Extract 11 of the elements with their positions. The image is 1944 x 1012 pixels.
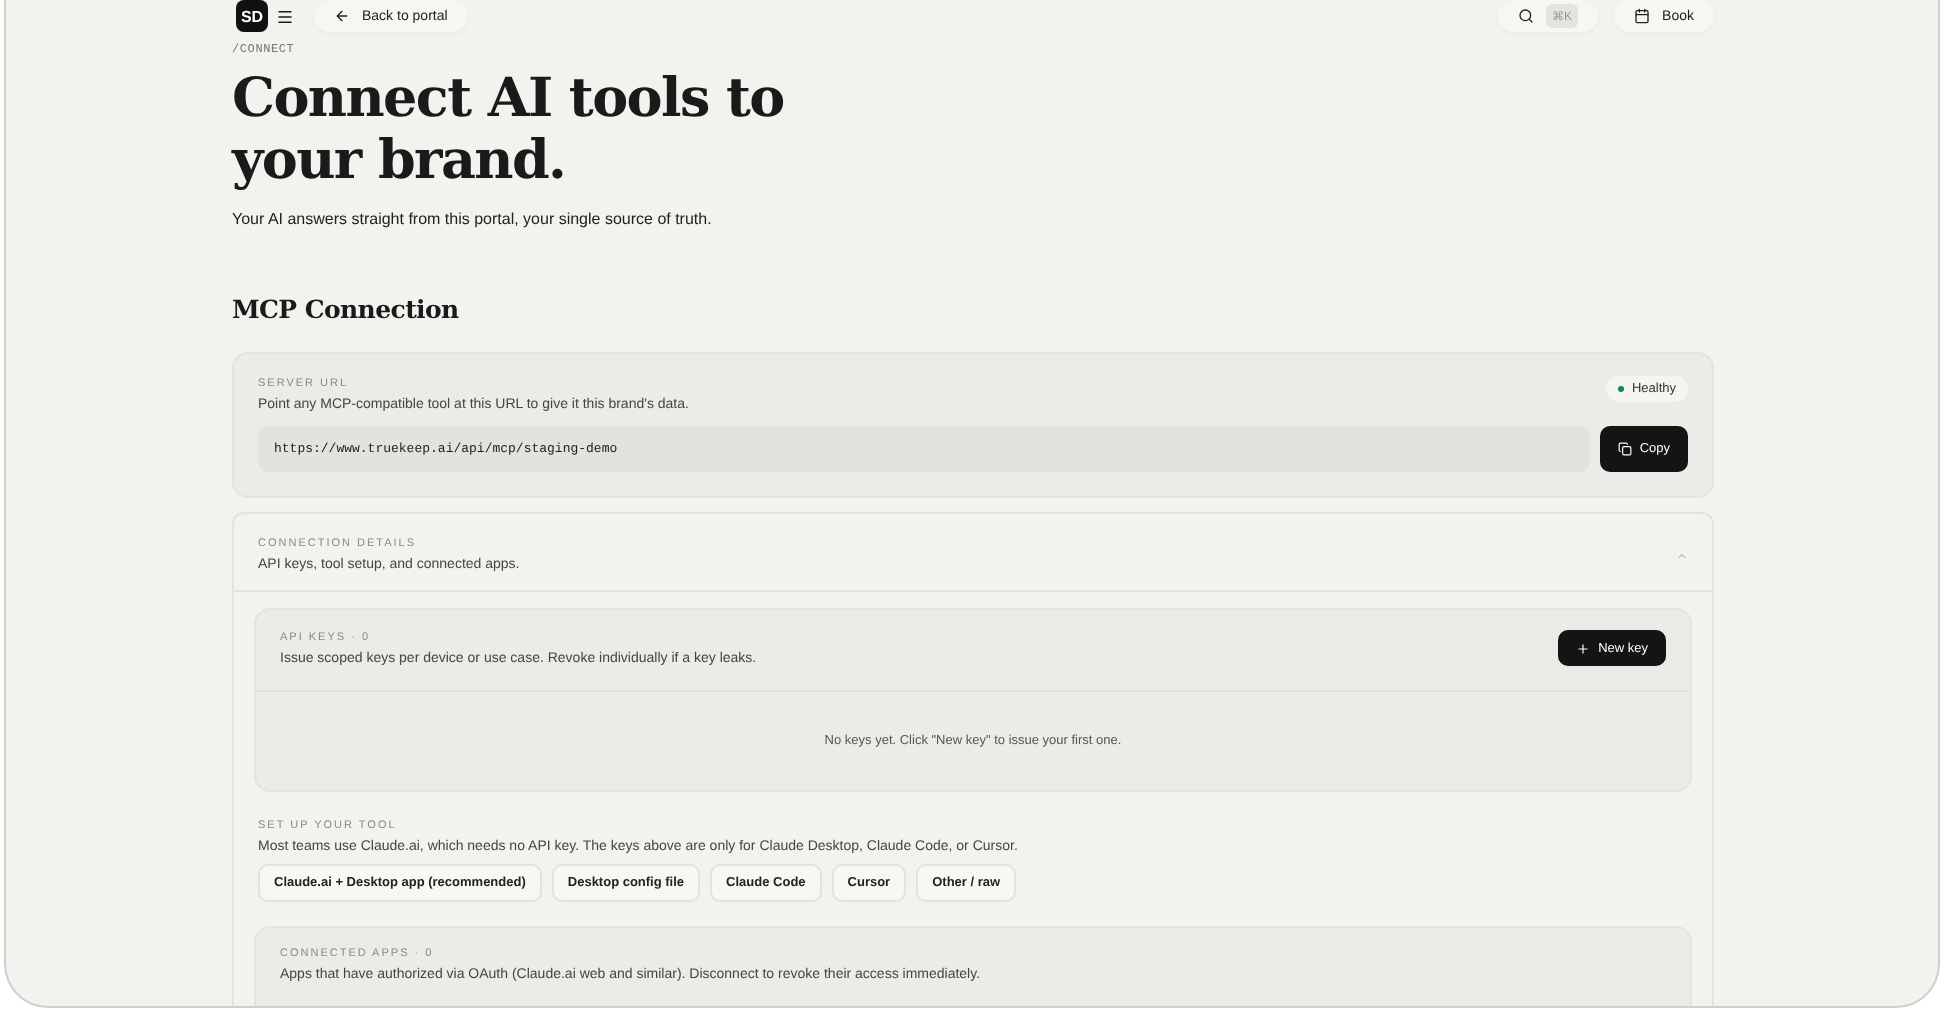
plus-icon [1576, 641, 1591, 655]
section-title: MCP Connection [232, 294, 461, 324]
page-subtitle: Your AI answers straight from this portal, your single source of truth. [232, 210, 714, 228]
page-title: Connect AI tools to your brand. [232, 68, 786, 192]
status-dot [1617, 386, 1624, 392]
menu-icon[interactable] [276, 7, 294, 25]
copy-icon [1617, 442, 1632, 456]
calendar-icon [1634, 8, 1651, 24]
arrow-left-icon [334, 8, 350, 24]
search-icon [1518, 8, 1535, 24]
brand-logo[interactable]: SD [236, 0, 268, 32]
